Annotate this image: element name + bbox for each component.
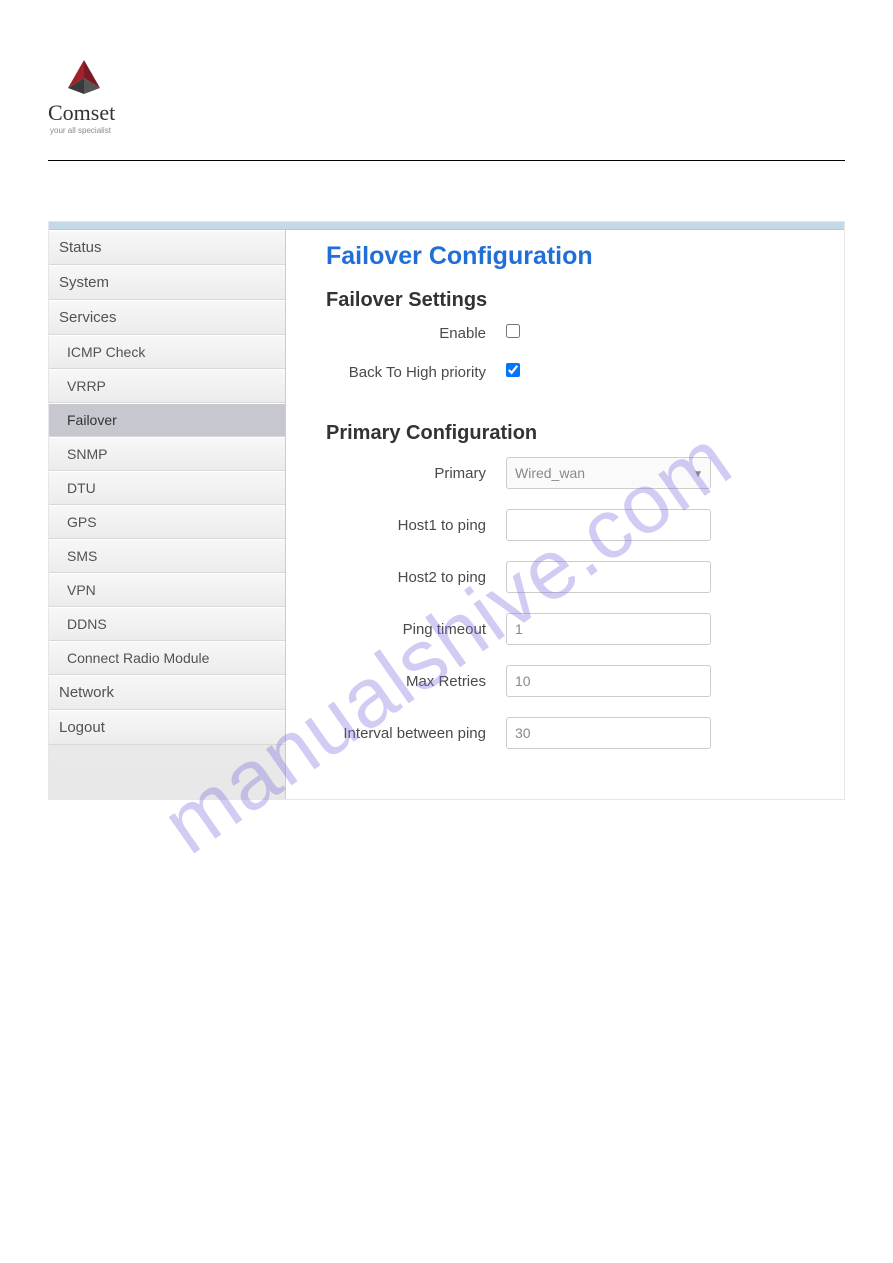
sidebar-item-vrrp[interactable]: VRRP (49, 369, 285, 403)
sidebar-item-network[interactable]: Network (49, 675, 285, 710)
sidebar-item-sms[interactable]: SMS (49, 539, 285, 573)
sidebar-item-system[interactable]: System (49, 265, 285, 300)
ping-timeout-input[interactable] (506, 613, 711, 645)
interval-input[interactable] (506, 717, 711, 749)
max-retries-input[interactable] (506, 665, 711, 697)
page-title: Failover Configuration (326, 242, 814, 271)
sidebar-item-failover[interactable]: Failover (49, 403, 285, 437)
sidebar-item-ddns[interactable]: DDNS (49, 607, 285, 641)
ping-timeout-label: Ping timeout (326, 621, 506, 638)
primary-select[interactable]: Wired_wan (506, 457, 711, 489)
sidebar-item-dtu[interactable]: DTU (49, 471, 285, 505)
sidebar-item-snmp[interactable]: SNMP (49, 437, 285, 471)
header-logo: Comset your all specialist (48, 60, 845, 161)
section-failover-settings: Failover Settings (326, 289, 814, 312)
topbar (49, 222, 844, 230)
back-to-high-priority-checkbox[interactable] (506, 363, 520, 377)
host1-input[interactable] (506, 509, 711, 541)
enable-label: Enable (326, 325, 506, 342)
section-primary-configuration: Primary Configuration (326, 422, 814, 445)
logo-brand-text: Comset (48, 100, 845, 126)
comset-logo-icon (54, 60, 114, 96)
primary-label: Primary (326, 465, 506, 482)
max-retries-label: Max Retries (326, 673, 506, 690)
host2-label: Host2 to ping (326, 569, 506, 586)
sidebar-item-logout[interactable]: Logout (49, 710, 285, 745)
enable-checkbox[interactable] (506, 324, 520, 338)
sidebar-item-connect-radio-module[interactable]: Connect Radio Module (49, 641, 285, 675)
interval-label: Interval between ping (326, 725, 506, 742)
router-admin-app: Status System Services ICMP Check VRRP F… (48, 221, 845, 800)
host2-input[interactable] (506, 561, 711, 593)
logo-tagline: your all specialist (50, 126, 845, 135)
sidebar-item-gps[interactable]: GPS (49, 505, 285, 539)
main-content: Failover Configuration Failover Settings… (286, 230, 844, 799)
sidebar: Status System Services ICMP Check VRRP F… (49, 230, 286, 799)
host1-label: Host1 to ping (326, 517, 506, 534)
sidebar-item-icmp-check[interactable]: ICMP Check (49, 335, 285, 369)
sidebar-item-vpn[interactable]: VPN (49, 573, 285, 607)
back-to-high-priority-label: Back To High priority (326, 364, 506, 381)
sidebar-item-status[interactable]: Status (49, 230, 285, 265)
sidebar-item-services[interactable]: Services (49, 300, 285, 335)
